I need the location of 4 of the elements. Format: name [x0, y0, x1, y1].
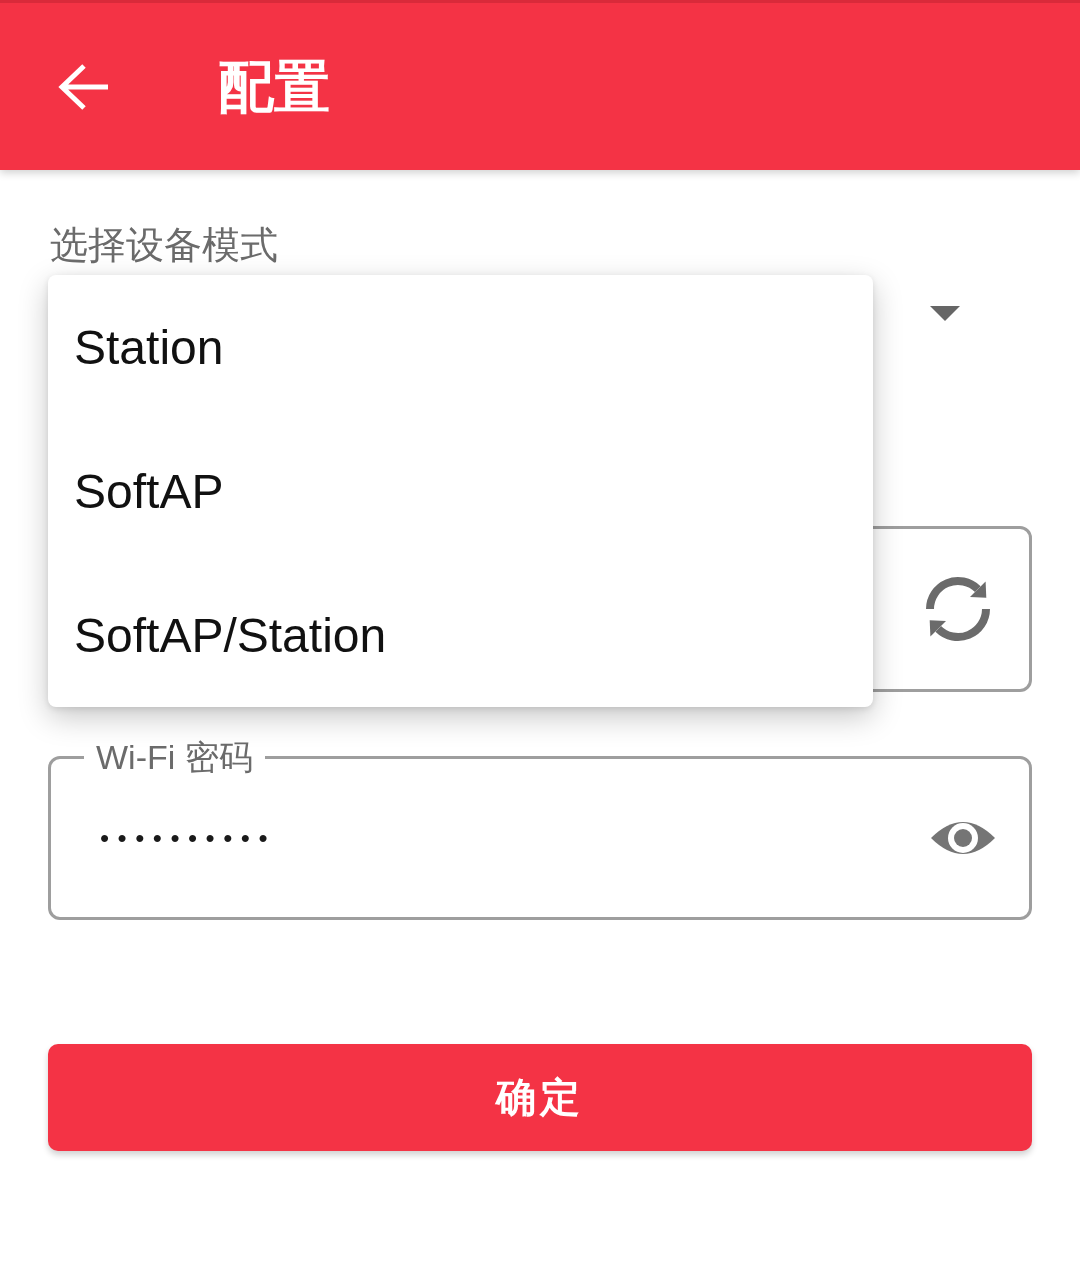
- mode-label: 选择设备模式: [50, 223, 278, 268]
- field-label: Wi-Fi 密码: [84, 738, 265, 776]
- page-title: 配置: [218, 53, 330, 120]
- password-value: ••••••••••: [100, 823, 277, 853]
